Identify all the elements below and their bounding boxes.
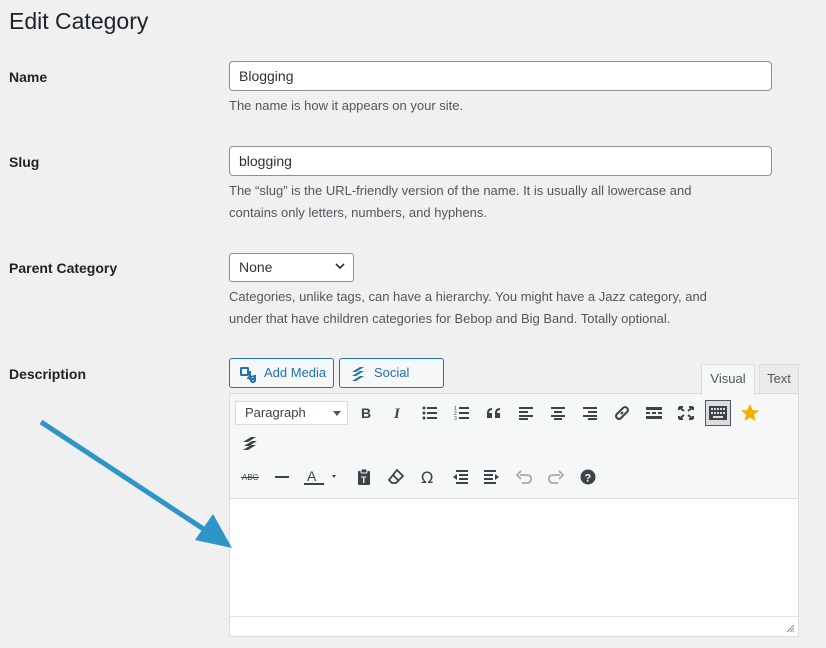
text-color-button[interactable]: A bbox=[300, 464, 340, 490]
italic-icon: I bbox=[393, 406, 401, 420]
undo-button[interactable] bbox=[511, 464, 537, 490]
clear-formatting-button[interactable] bbox=[383, 464, 409, 490]
align-right-icon bbox=[583, 406, 597, 420]
social-snap-toolbar-button[interactable] bbox=[237, 430, 263, 456]
strikethrough-button[interactable]: ABC bbox=[237, 464, 263, 490]
chevron-down-icon bbox=[335, 263, 345, 270]
add-media-button[interactable]: Add Media bbox=[229, 358, 334, 388]
help-icon: ? bbox=[580, 469, 596, 485]
strikethrough-icon: ABC bbox=[241, 473, 259, 482]
redo-button[interactable] bbox=[543, 464, 569, 490]
paste-text-button[interactable]: T bbox=[351, 464, 377, 490]
slug-label: Slug bbox=[9, 154, 40, 170]
italic-button[interactable]: I bbox=[385, 400, 411, 426]
format-select[interactable]: Paragraph bbox=[235, 401, 348, 425]
align-center-icon bbox=[551, 406, 565, 420]
text-color-icon: A bbox=[304, 468, 336, 485]
bold-button[interactable]: B bbox=[353, 400, 379, 426]
svg-text:?: ? bbox=[585, 473, 592, 485]
parent-category-label: Parent Category bbox=[9, 260, 118, 276]
indent-icon bbox=[484, 470, 499, 484]
add-media-icon bbox=[240, 367, 256, 383]
slug-help-line2: contains only letters, numbers, and hyph… bbox=[229, 205, 487, 220]
toolbar-toggle-button[interactable] bbox=[705, 400, 731, 426]
svg-text:B: B bbox=[361, 406, 371, 420]
add-media-label: Add Media bbox=[264, 365, 327, 380]
bullet-list-button[interactable] bbox=[417, 400, 443, 426]
special-character-icon: Ω bbox=[421, 469, 433, 485]
svg-text:I: I bbox=[393, 406, 401, 420]
numbered-list-button[interactable]: 1 2 3 bbox=[449, 400, 475, 426]
svg-text:A: A bbox=[307, 468, 317, 484]
svg-text:3: 3 bbox=[454, 416, 457, 420]
slug-input[interactable]: blogging bbox=[229, 146, 772, 176]
align-center-button[interactable] bbox=[545, 400, 571, 426]
page-title: Edit Category bbox=[9, 8, 149, 34]
blockquote-icon bbox=[487, 408, 500, 418]
bold-icon: B bbox=[361, 406, 371, 420]
name-input-value: Blogging bbox=[239, 68, 294, 84]
fullscreen-button[interactable] bbox=[673, 400, 699, 426]
editor-statusbar bbox=[229, 616, 799, 637]
align-left-icon bbox=[519, 406, 533, 420]
numbered-list-icon: 1 2 3 bbox=[454, 406, 469, 420]
clear-formatting-icon bbox=[388, 469, 404, 484]
link-icon bbox=[615, 406, 629, 420]
social-snap-icon bbox=[352, 367, 364, 381]
toolbar-toggle-icon bbox=[709, 406, 727, 420]
social-snap-icon bbox=[243, 437, 257, 450]
caret-down-icon bbox=[333, 411, 341, 416]
resize-handle-icon[interactable] bbox=[786, 624, 795, 633]
indent-button[interactable] bbox=[479, 464, 505, 490]
read-more-icon bbox=[646, 407, 662, 419]
tab-text[interactable]: Text bbox=[759, 364, 799, 394]
horizontal-line-button[interactable] bbox=[269, 464, 295, 490]
slug-help-line1: The “slug” is the URL-friendly version o… bbox=[229, 183, 692, 198]
svg-text:T: T bbox=[361, 475, 367, 485]
svg-text:Ω: Ω bbox=[421, 469, 433, 485]
parent-help-line2: under that have children categories for … bbox=[229, 311, 671, 326]
outdent-icon bbox=[453, 470, 468, 484]
tab-visual[interactable]: Visual bbox=[701, 364, 755, 395]
undo-icon bbox=[516, 470, 532, 484]
align-left-button[interactable] bbox=[513, 400, 539, 426]
special-character-button[interactable]: Ω bbox=[415, 464, 441, 490]
name-label: Name bbox=[9, 69, 48, 85]
link-button[interactable] bbox=[609, 400, 635, 426]
format-select-value: Paragraph bbox=[245, 405, 306, 420]
parent-category-select[interactable]: None bbox=[229, 253, 354, 282]
name-help: The name is how it appears on your site. bbox=[229, 98, 464, 113]
horizontal-line-icon bbox=[275, 476, 289, 478]
social-snap-button[interactable]: Social Snap bbox=[339, 358, 444, 408]
redo-icon bbox=[548, 470, 564, 484]
parent-category-value: None bbox=[239, 259, 273, 275]
parent-help-line1: Categories, unlike tags, can have a hier… bbox=[229, 289, 707, 304]
outdent-button[interactable] bbox=[447, 464, 473, 490]
description-label: Description bbox=[9, 366, 87, 382]
star-button[interactable] bbox=[737, 400, 763, 426]
paste-text-icon: T bbox=[358, 469, 370, 485]
bullet-list-icon bbox=[422, 406, 437, 420]
align-right-button[interactable] bbox=[577, 400, 603, 426]
star-icon bbox=[741, 404, 759, 421]
blockquote-button[interactable] bbox=[481, 400, 507, 426]
fullscreen-icon bbox=[678, 406, 694, 420]
help-button[interactable]: ? bbox=[575, 464, 601, 490]
read-more-button[interactable] bbox=[641, 400, 667, 426]
slug-input-value: blogging bbox=[239, 153, 292, 169]
description-editor[interactable] bbox=[229, 498, 799, 616]
name-input[interactable]: Blogging bbox=[229, 61, 772, 91]
